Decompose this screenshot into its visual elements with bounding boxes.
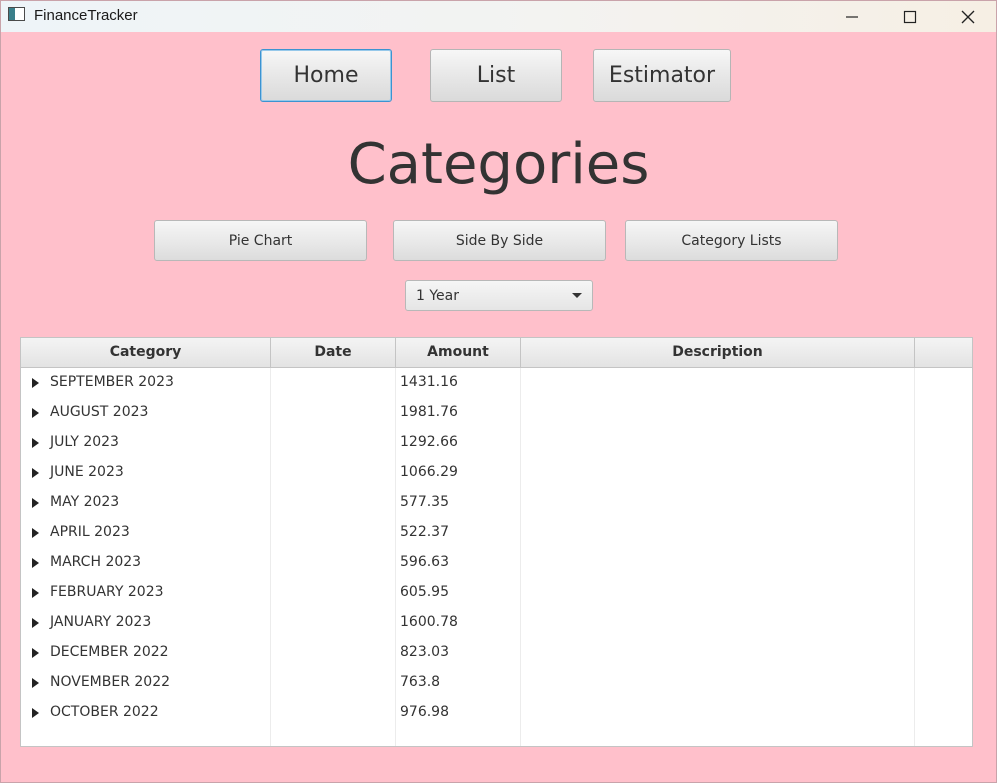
table-row[interactable]: MAY 2023 577.35	[21, 488, 972, 518]
amount-cell: 976.98	[400, 704, 449, 720]
expand-triangle-icon[interactable]	[32, 678, 39, 688]
expand-triangle-icon[interactable]	[32, 618, 39, 628]
close-button[interactable]	[939, 1, 997, 32]
maximize-button[interactable]	[881, 1, 939, 32]
maximize-icon	[903, 10, 917, 23]
table-row[interactable]: JUNE 2023 1066.29	[21, 458, 972, 488]
table-row[interactable]: MARCH 2023 596.63	[21, 548, 972, 578]
pie-chart-button[interactable]: Pie Chart	[154, 220, 367, 261]
home-button[interactable]: Home	[260, 49, 392, 102]
amount-cell: 1981.76	[400, 404, 458, 420]
amount-cell: 763.8	[400, 674, 441, 690]
category-cell: FEBRUARY 2023	[50, 584, 164, 600]
table-row[interactable]: JULY 2023 1292.66	[21, 428, 972, 458]
category-lists-button[interactable]: Category Lists	[625, 220, 838, 261]
period-dropdown[interactable]: 1 Year	[405, 280, 593, 311]
category-cell: JANUARY 2023	[50, 614, 152, 630]
title-bar[interactable]: FinanceTracker	[1, 1, 996, 32]
expand-triangle-icon[interactable]	[32, 648, 39, 658]
category-cell: JUNE 2023	[50, 464, 124, 480]
expand-triangle-icon[interactable]	[32, 528, 39, 538]
column-header-filler	[915, 338, 972, 367]
category-cell: JULY 2023	[50, 434, 119, 450]
table-row[interactable]: FEBRUARY 2023 605.95	[21, 578, 972, 608]
category-cell: SEPTEMBER 2023	[50, 374, 174, 390]
table-row[interactable]: OCTOBER 2022 976.98	[21, 698, 972, 728]
estimator-button[interactable]: Estimator	[593, 49, 731, 102]
amount-cell: 605.95	[400, 584, 449, 600]
expand-triangle-icon[interactable]	[32, 378, 39, 388]
amount-cell: 1431.16	[400, 374, 458, 390]
column-header-amount[interactable]: Amount	[396, 338, 521, 367]
amount-cell: 1600.78	[400, 614, 458, 630]
category-cell: APRIL 2023	[50, 524, 130, 540]
amount-cell: 596.63	[400, 554, 449, 570]
category-cell: DECEMBER 2022	[50, 644, 169, 660]
expand-triangle-icon[interactable]	[32, 498, 39, 508]
minimize-button[interactable]	[823, 1, 881, 32]
app-window: FinanceTracker Home List Estimator Categ…	[0, 0, 997, 783]
column-header-date[interactable]: Date	[271, 338, 396, 367]
expand-triangle-icon[interactable]	[32, 468, 39, 478]
amount-cell: 1292.66	[400, 434, 458, 450]
amount-cell: 577.35	[400, 494, 449, 510]
category-tree-table[interactable]: Category Date Amount Description SEPTEMB…	[20, 337, 973, 747]
category-cell: MARCH 2023	[50, 554, 142, 570]
close-icon	[961, 10, 975, 23]
side-by-side-button[interactable]: Side By Side	[393, 220, 606, 261]
chevron-down-icon	[572, 293, 582, 298]
table-row[interactable]: JANUARY 2023 1600.78	[21, 608, 972, 638]
category-cell: NOVEMBER 2022	[50, 674, 171, 690]
table-row[interactable]: APRIL 2023 522.37	[21, 518, 972, 548]
table-row[interactable]: SEPTEMBER 2023 1431.16	[21, 368, 972, 398]
expand-triangle-icon[interactable]	[32, 408, 39, 418]
expand-triangle-icon[interactable]	[32, 708, 39, 718]
category-cell: AUGUST 2023	[50, 404, 149, 420]
table-row[interactable]: NOVEMBER 2022 763.8	[21, 668, 972, 698]
expand-triangle-icon[interactable]	[32, 588, 39, 598]
window-title: FinanceTracker	[34, 7, 138, 24]
amount-cell: 522.37	[400, 524, 449, 540]
page-title: Categories	[347, 132, 650, 197]
period-dropdown-value: 1 Year	[416, 288, 459, 304]
amount-cell: 823.03	[400, 644, 449, 660]
expand-triangle-icon[interactable]	[32, 438, 39, 448]
table-header: Category Date Amount Description	[21, 338, 972, 368]
minimize-icon	[846, 15, 858, 18]
amount-cell: 1066.29	[400, 464, 458, 480]
category-cell: MAY 2023	[50, 494, 120, 510]
table-row[interactable]: AUGUST 2023 1981.76	[21, 398, 972, 428]
column-header-description[interactable]: Description	[521, 338, 915, 367]
expand-triangle-icon[interactable]	[32, 558, 39, 568]
table-row[interactable]: DECEMBER 2022 823.03	[21, 638, 972, 668]
column-header-category[interactable]: Category	[21, 338, 271, 367]
list-button[interactable]: List	[430, 49, 562, 102]
app-window-icon	[8, 7, 25, 21]
category-cell: OCTOBER 2022	[50, 704, 159, 720]
